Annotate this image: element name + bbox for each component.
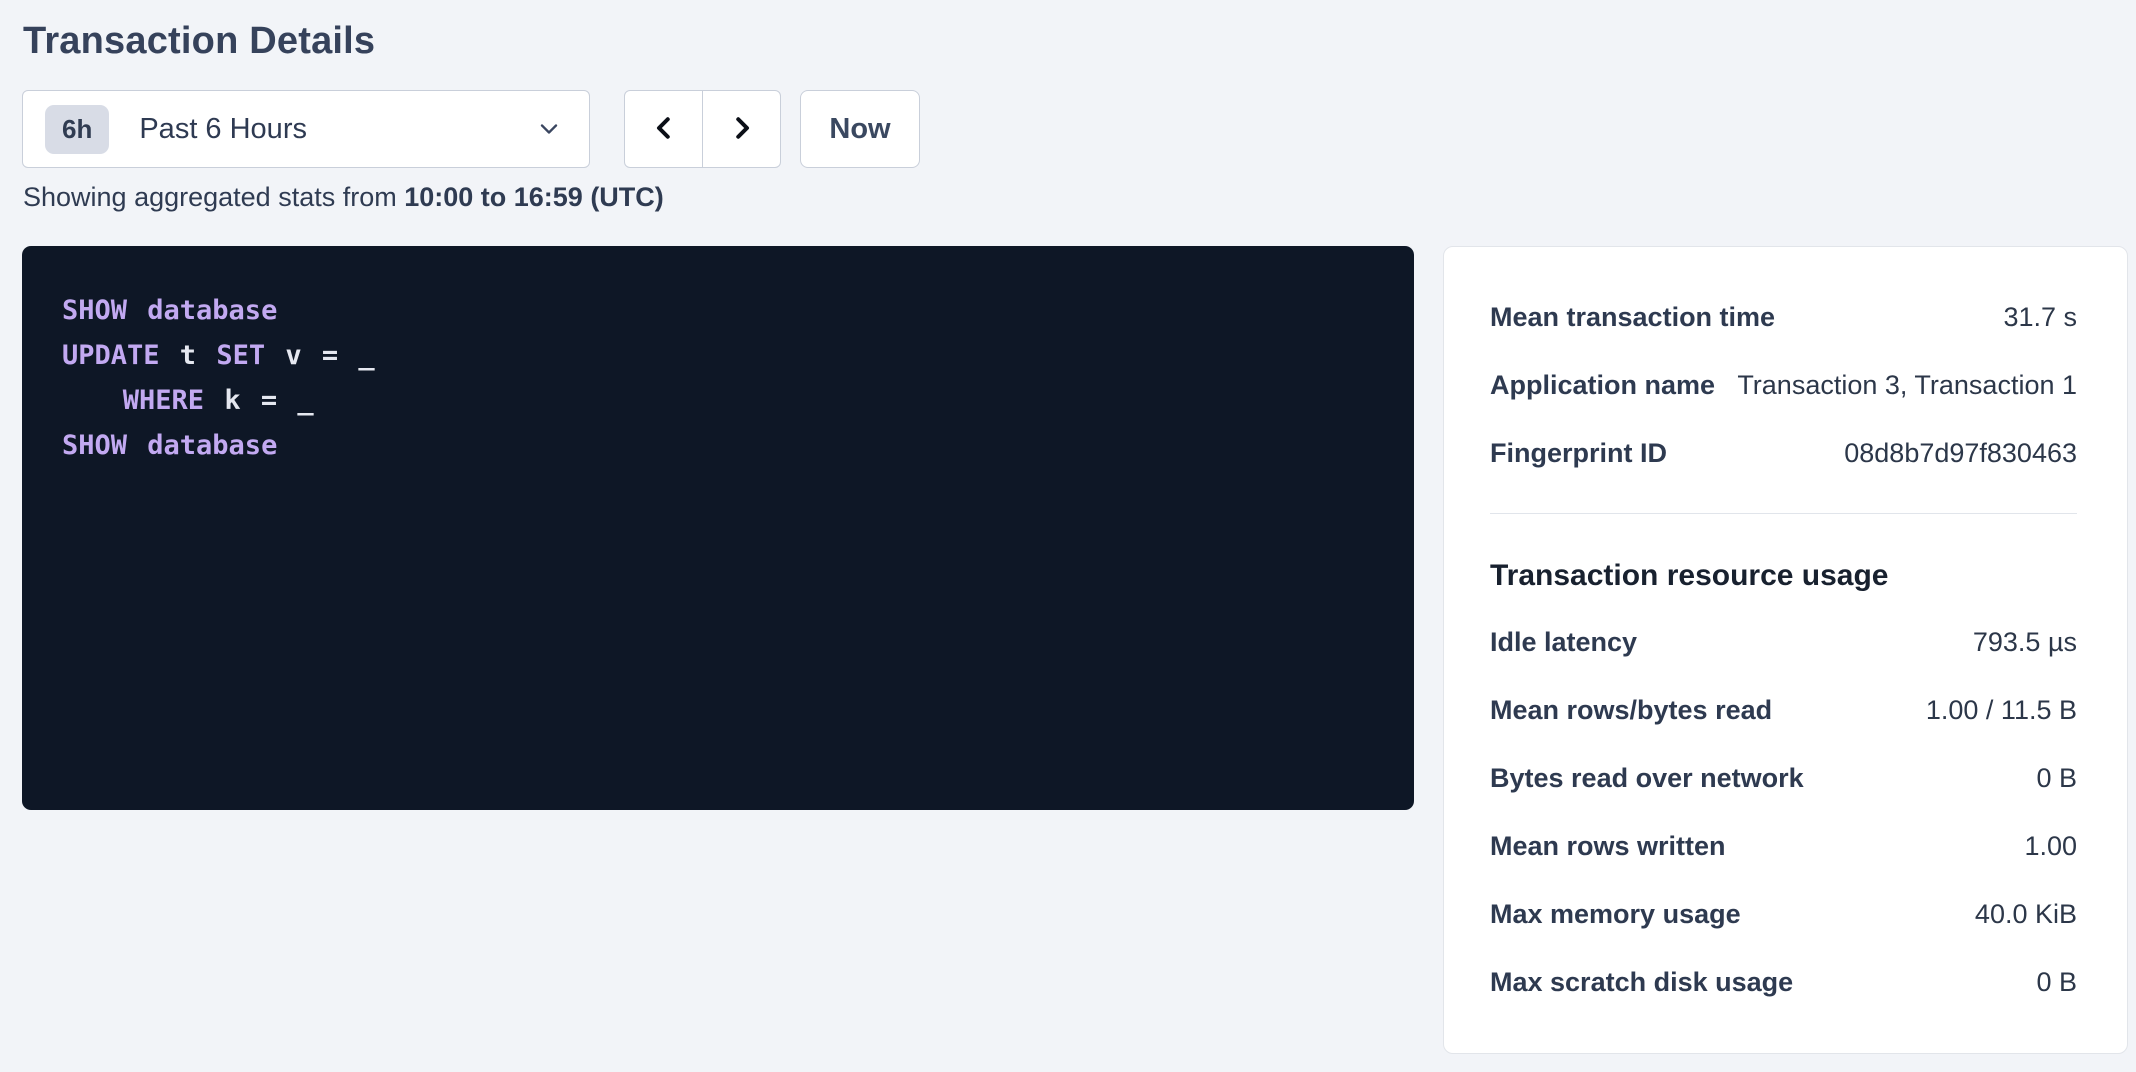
- time-picker-controls: 6h Past 6 Hours Now: [22, 90, 920, 168]
- sql-token: [62, 385, 123, 416]
- sql-line: SHOW database: [62, 288, 1374, 333]
- stat-value: 08d8b7d97f830463: [1844, 438, 2077, 469]
- stat-value: Transaction 3, Transaction 1: [1737, 370, 2077, 401]
- stat-label: Application name: [1490, 370, 1715, 401]
- time-range-dropdown[interactable]: 6h Past 6 Hours: [22, 90, 590, 168]
- stat-value: 40.0 KiB: [1975, 899, 2077, 930]
- sql-line: WHERE k = _: [62, 378, 1374, 423]
- stat-row-fingerprint-id: Fingerprint ID 08d8b7d97f830463: [1490, 419, 2077, 487]
- stat-label: Fingerprint ID: [1490, 438, 1667, 469]
- stat-label: Max memory usage: [1490, 899, 1741, 930]
- stat-row-mean-rows-written: Mean rows written 1.00: [1490, 812, 2077, 880]
- stat-label: Max scratch disk usage: [1490, 967, 1793, 998]
- chevron-down-icon: [535, 115, 563, 143]
- sql-token: UPDATE: [62, 340, 160, 371]
- stat-row-idle-latency: Idle latency 793.5 µs: [1490, 608, 2077, 676]
- resource-usage-heading: Transaction resource usage: [1490, 544, 2077, 608]
- time-range-badge: 6h: [45, 105, 109, 154]
- stat-row-mean-transaction-time: Mean transaction time 31.7 s: [1490, 283, 2077, 351]
- chevron-right-icon: [727, 113, 757, 146]
- previous-range-button[interactable]: [624, 90, 703, 168]
- sql-token: t: [160, 340, 217, 371]
- stat-value: 31.7 s: [2003, 302, 2077, 333]
- stat-row-bytes-read-over-network: Bytes read over network 0 B: [1490, 744, 2077, 812]
- time-range-label: Past 6 Hours: [139, 113, 307, 146]
- stat-row-mean-rows-bytes-read: Mean rows/bytes read 1.00 / 11.5 B: [1490, 676, 2077, 744]
- stat-label: Idle latency: [1490, 627, 1637, 658]
- sql-token: WHERE: [123, 385, 204, 416]
- stat-row-max-scratch-disk-usage: Max scratch disk usage 0 B: [1490, 948, 2077, 1016]
- stat-row-application-name: Application name Transaction 3, Transact…: [1490, 351, 2077, 419]
- sql-token: SHOW database: [62, 430, 277, 461]
- stat-value: 0 B: [2036, 763, 2077, 794]
- stat-label: Mean rows/bytes read: [1490, 695, 1772, 726]
- aggregation-summary-range: 10:00 to 16:59 (UTC): [404, 182, 664, 212]
- sql-token: v = _: [265, 340, 375, 371]
- aggregation-summary-prefix: Showing aggregated stats from: [23, 182, 404, 212]
- sql-statement-box: SHOW database UPDATE t SET v = _ WHERE k…: [22, 246, 1414, 810]
- now-button[interactable]: Now: [800, 90, 920, 168]
- time-step-buttons: [624, 90, 781, 168]
- stat-value: 1.00: [2024, 831, 2077, 862]
- stat-value: 793.5 µs: [1973, 627, 2077, 658]
- stat-row-max-memory-usage: Max memory usage 40.0 KiB: [1490, 880, 2077, 948]
- stat-label: Mean rows written: [1490, 831, 1726, 862]
- aggregation-summary: Showing aggregated stats from 10:00 to 1…: [23, 182, 664, 213]
- sql-token: SET: [216, 340, 265, 371]
- sql-line: SHOW database: [62, 423, 1374, 468]
- sql-line: UPDATE t SET v = _: [62, 333, 1374, 378]
- stat-label: Mean transaction time: [1490, 302, 1775, 333]
- card-divider: [1490, 513, 2077, 514]
- sql-token: k = _: [204, 385, 314, 416]
- next-range-button[interactable]: [702, 90, 781, 168]
- chevron-left-icon: [649, 113, 679, 146]
- transaction-stats-card: Mean transaction time 31.7 s Application…: [1443, 246, 2128, 1054]
- stat-value: 1.00 / 11.5 B: [1926, 695, 2077, 726]
- page-title: Transaction Details: [23, 20, 375, 63]
- sql-token: SHOW database: [62, 295, 277, 326]
- stat-value: 0 B: [2036, 967, 2077, 998]
- stat-label: Bytes read over network: [1490, 763, 1804, 794]
